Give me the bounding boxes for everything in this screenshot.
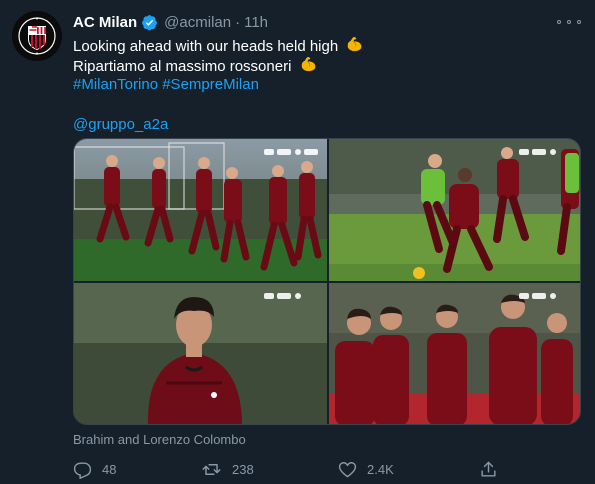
- training-photo: [74, 283, 327, 424]
- retweet-icon: [202, 463, 221, 475]
- more-horizontal-icon[interactable]: [557, 12, 581, 32]
- mention-link[interactable]: @gruppo_a2a: [73, 116, 168, 133]
- tweet-header: AC Milan @acmilan · 11h: [73, 10, 268, 34]
- share-icon: [481, 461, 496, 477]
- tweet-line: Looking ahead with our heads held high: [73, 35, 364, 55]
- timestamp[interactable]: 11h: [244, 14, 268, 31]
- media-caption: Brahim and Lorenzo Colombo: [73, 432, 246, 447]
- verified-badge-icon: [142, 14, 158, 30]
- tweet-text: Looking ahead with our heads held high R…: [73, 35, 364, 135]
- tweet-line-2: Ripartiamo al massimo rossoneri: [73, 58, 292, 75]
- tweet-line-1: Looking ahead with our heads held high: [73, 38, 339, 55]
- hashtag-link[interactable]: #MilanTorino: [73, 76, 158, 93]
- training-photo: [329, 139, 580, 281]
- share-button[interactable]: [479, 458, 498, 480]
- training-photo: [329, 283, 580, 424]
- reply-button[interactable]: 48: [73, 458, 116, 480]
- like-count: 2.4K: [367, 461, 394, 477]
- like-button[interactable]: 2.4K: [338, 458, 394, 480]
- hashtag-line: #MilanTorino #SempreMilan: [73, 75, 364, 95]
- hashtag-link[interactable]: #SempreMilan: [162, 76, 259, 93]
- retweet-button[interactable]: 238: [201, 458, 254, 480]
- photo-4[interactable]: [329, 283, 580, 424]
- flexed-biceps-emoji: [301, 56, 315, 72]
- tweet[interactable]: AC Milan @acmilan · 11h Looking ahead wi…: [0, 0, 595, 484]
- tweet-line: Ripartiamo al massimo rossoneri: [73, 55, 364, 75]
- retweet-count: 238: [232, 461, 254, 477]
- tweet-actions: 48 238 2.4K: [73, 458, 581, 480]
- handle[interactable]: @acmilan: [164, 14, 231, 31]
- display-name[interactable]: AC Milan: [73, 14, 137, 31]
- photo-2[interactable]: [329, 139, 580, 281]
- heart-icon: [338, 461, 357, 477]
- flexed-biceps-emoji: [348, 36, 362, 52]
- photo-1[interactable]: [74, 139, 327, 281]
- separator-dot: ·: [235, 13, 241, 31]
- ac-milan-crest-logo: [12, 11, 62, 61]
- avatar[interactable]: [12, 11, 62, 61]
- photo-3[interactable]: [74, 283, 327, 424]
- reply-icon: [73, 461, 92, 479]
- reply-count: 48: [102, 461, 117, 477]
- training-photo: [74, 139, 327, 281]
- media-grid: [73, 138, 581, 425]
